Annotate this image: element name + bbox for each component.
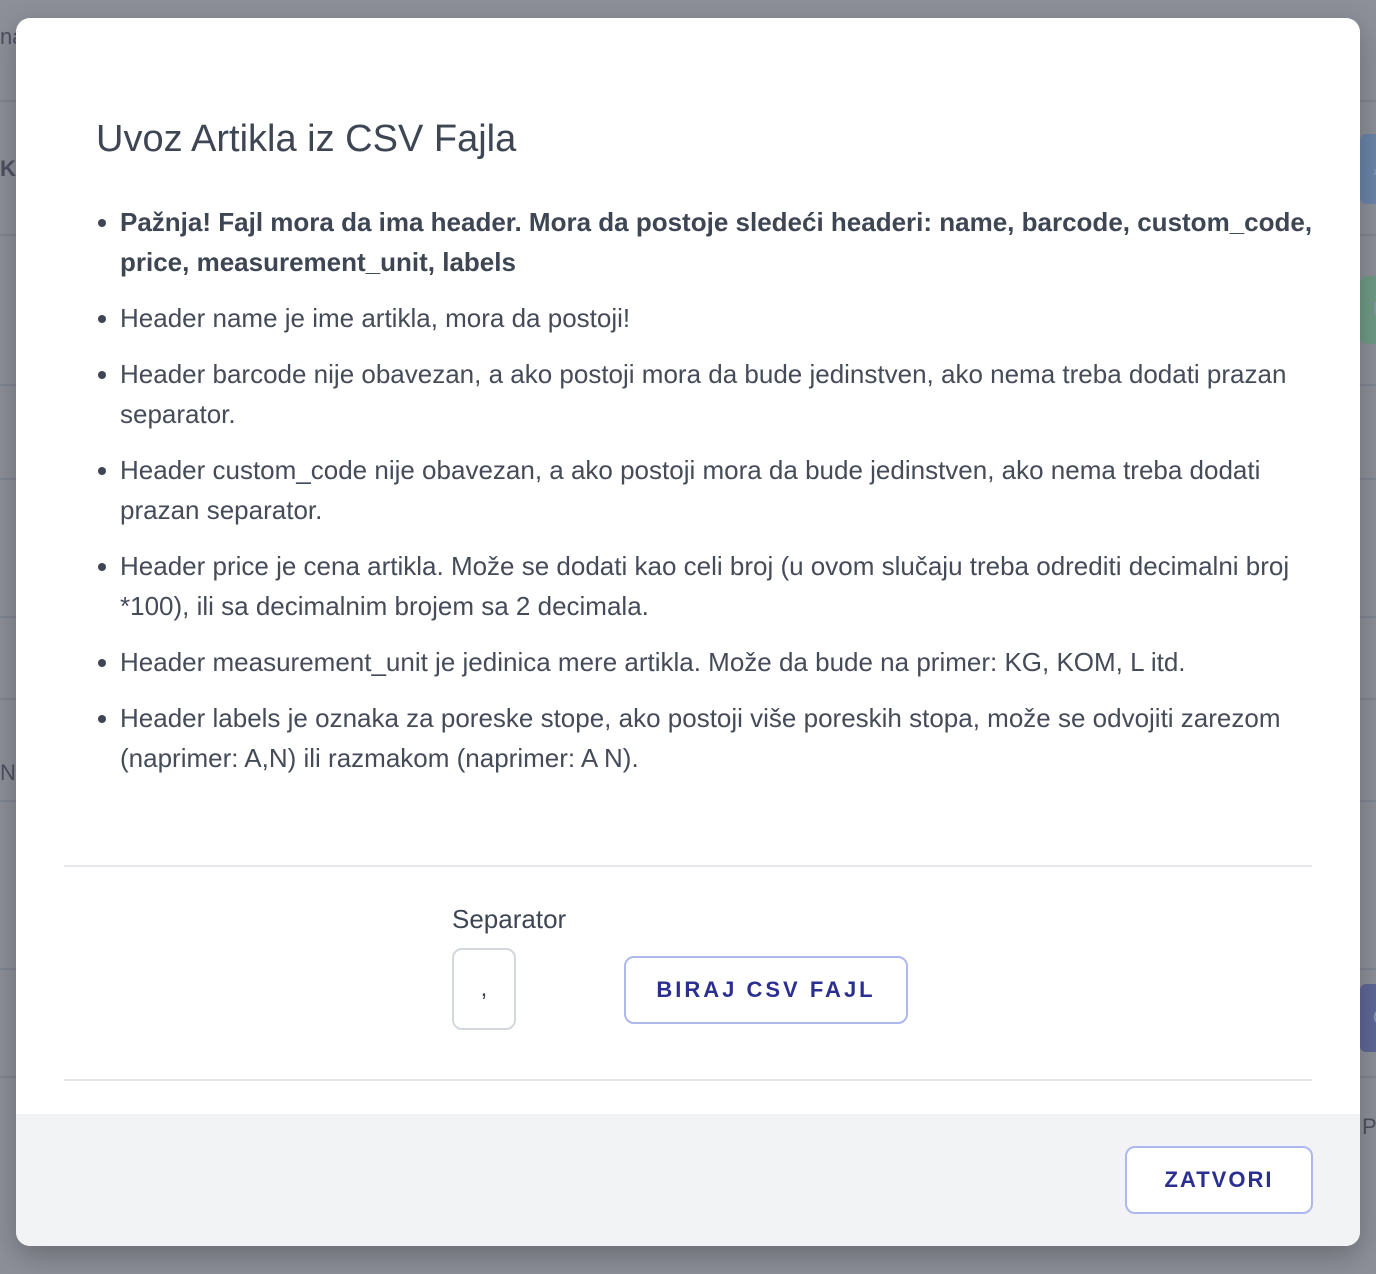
background-button: U: [1360, 276, 1376, 344]
modal-title: Uvoz Artikla iz CSV Fajla: [96, 118, 517, 160]
close-button[interactable]: ZATVORI: [1125, 1146, 1313, 1214]
background-text: P: [1362, 1114, 1376, 1139]
section-divider: [64, 1079, 1312, 1081]
import-rules-list: Pažnja! Fajl mora da ima header. Mora da…: [96, 202, 1320, 794]
section-divider: [64, 865, 1312, 867]
rule-item: Header labels je oznaka za poreske stope…: [98, 698, 1320, 778]
rule-item: Header price je cena artikla. Može se do…: [98, 546, 1320, 626]
background-button: A: [1360, 134, 1376, 204]
rule-item: Header custom_code nije obavezan, a ako …: [98, 450, 1320, 530]
separator-label: Separator: [452, 904, 567, 934]
rule-item: Header measurement_unit je jedinica mere…: [98, 642, 1320, 682]
modal-footer: ZATVORI: [16, 1114, 1360, 1246]
rule-item: Header barcode nije obavezan, a ako post…: [98, 354, 1320, 434]
rule-item: Header name je ime artikla, mora da post…: [98, 298, 1320, 338]
rule-warning: Pažnja! Fajl mora da ima header. Mora da…: [98, 202, 1320, 282]
choose-csv-file-button[interactable]: BIRAJ CSV FAJL: [624, 956, 908, 1024]
import-csv-modal: Uvoz Artikla iz CSV Fajla Pažnja! Fajl m…: [16, 18, 1360, 1246]
separator-input[interactable]: [452, 948, 516, 1030]
background-button: C: [1360, 984, 1376, 1052]
